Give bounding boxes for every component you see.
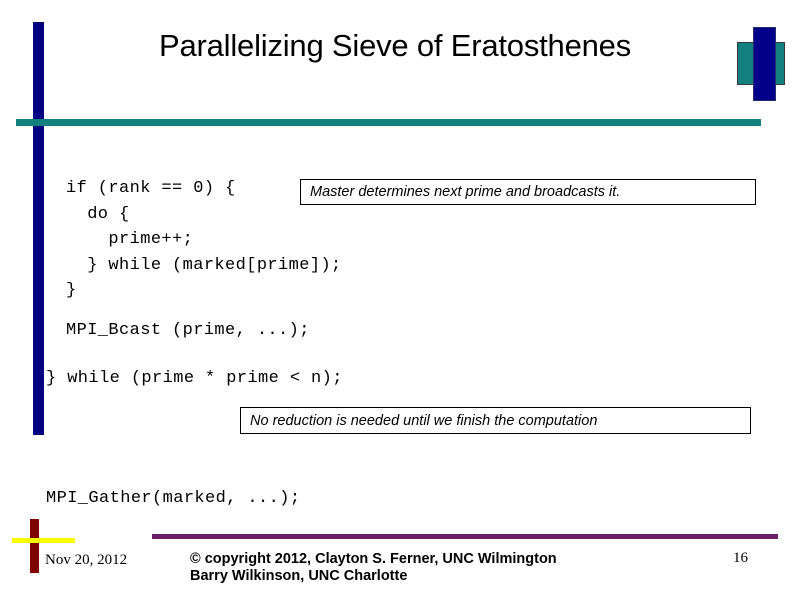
callout-no-reduction-needed: No reduction is needed until we finish t… [240, 407, 751, 434]
code-line-while-loop-end: } while (prime * prime < n); [46, 369, 343, 388]
code-line-mpi-gather: MPI_Gather(marked, ...); [46, 489, 301, 508]
footer-purple-horizontal-rule [152, 534, 778, 539]
footer-date: Nov 20, 2012 [45, 552, 128, 568]
slide-title: Parallelizing Sieve of Eratosthenes [158, 28, 632, 63]
footer-copyright: © copyright 2012, Clayton S. Ferner, UNC… [190, 551, 557, 584]
header-teal-horizontal-rule [16, 119, 761, 126]
footer-page-number: 16 [733, 550, 748, 566]
footer-dark-red-vertical-bar [30, 519, 39, 573]
code-line-mpi-bcast: MPI_Bcast (prime, ...); [66, 321, 310, 340]
header-navy-square-decoration [753, 27, 776, 101]
footer-yellow-horizontal-rule [12, 538, 75, 543]
callout-master-determines-prime: Master determines next prime and broadca… [300, 179, 756, 205]
body-navy-vertical-bar [33, 137, 44, 435]
